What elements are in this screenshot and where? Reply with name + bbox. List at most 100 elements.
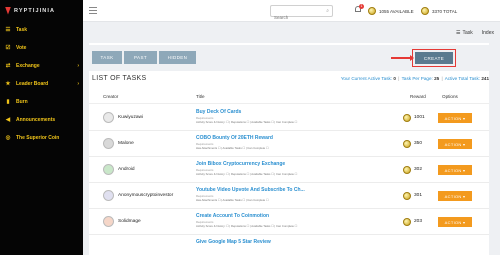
avatar[interactable] xyxy=(103,112,114,123)
task-title-link[interactable]: Youtube Video Upvote And Subscribe To Ch… xyxy=(196,187,305,193)
filter-bar: TASK PAST HIDDEN CREATE xyxy=(89,45,489,71)
action-dropdown-button[interactable]: ACTION ▾ xyxy=(438,139,472,149)
task-title-link[interactable]: Buy Deck Of Cards xyxy=(196,109,241,115)
avatar[interactable] xyxy=(103,164,114,175)
star-icon: ★ xyxy=(5,81,11,87)
coin-icon xyxy=(368,7,376,15)
top-bar: ⌕ 1 1055 AVAILABLE 3370 TOTAL xyxy=(83,0,500,23)
tab-hidden[interactable]: HIDDEN xyxy=(159,51,196,64)
column-reward: Reward xyxy=(410,94,426,99)
sidebar-item-burn[interactable]: ▮ Burn xyxy=(0,93,83,111)
task-requirements-detail: Activity Score & history: ☐ | Reputation… xyxy=(196,224,298,228)
coin-icon xyxy=(403,140,411,148)
index-link[interactable]: Index xyxy=(482,30,494,36)
sidebar-item-exchange[interactable]: ⇄ Exchange › xyxy=(0,57,83,75)
task-link[interactable]: ☰ Task xyxy=(456,30,473,36)
tab-past[interactable]: PAST xyxy=(124,51,157,64)
notification-badge: 1 xyxy=(359,4,364,9)
search-box[interactable]: ⌕ xyxy=(270,5,333,23)
bullhorn-icon: ◀ xyxy=(5,117,11,123)
creator-name[interactable]: Anonymouscryptoinvestor xyxy=(118,193,173,198)
create-highlight-box: CREATE xyxy=(412,49,456,67)
coin-icon xyxy=(403,166,411,174)
sidebar-item-label: Announcements xyxy=(16,117,56,123)
list-stats: Your Current Active Task: 0 | Task Per P… xyxy=(340,76,489,81)
task-requirements-detail: Activity Score & history: ☐ | Reputation… xyxy=(196,172,298,176)
creator-name[interactable]: Kuwiyuzawi xyxy=(118,115,143,120)
sidebar-item-label: Burn xyxy=(16,99,28,105)
task-title-link[interactable]: Join Bibox Cryptocurrency Exchange xyxy=(196,161,285,167)
list-header: LIST OF TASKS Your Current Active Task: … xyxy=(92,73,489,85)
action-dropdown-button[interactable]: ACTION ▾ xyxy=(438,113,472,123)
action-dropdown-button[interactable]: ACTION ▾ xyxy=(438,165,472,175)
logo-mark-icon xyxy=(5,6,11,15)
active-task-count: 0 xyxy=(393,76,396,81)
total-text: 3370 TOTAL xyxy=(432,8,458,14)
table-row: Kuwiyuzawi Buy Deck Of Cards Requirements A… xyxy=(89,105,489,131)
annotation-arrow xyxy=(391,55,414,60)
sidebar-item-label: The Superior Coin xyxy=(16,135,60,141)
task-requirements-detail: Activity Score & history: ☐ | Reputation… xyxy=(196,120,298,124)
table-row: Android Join Bibox Cryptocurrency Exchang… xyxy=(89,157,489,183)
table-row: Anonymouscryptoinvestor Youtube Video Upv… xyxy=(89,183,489,209)
chevron-right-icon: › xyxy=(77,63,79,69)
notification-bell-icon[interactable]: 1 xyxy=(355,4,364,14)
logo-text: RYPTIJINIA xyxy=(14,7,56,14)
column-options: Options xyxy=(442,94,458,99)
available-text: 1055 AVAILABLE xyxy=(379,8,414,14)
sidebar-item-task[interactable]: ☰ Task xyxy=(0,21,83,39)
total-balance: 3370 TOTAL xyxy=(421,7,457,15)
creator-name[interactable]: Android xyxy=(118,167,135,172)
table-row: Malone COBO Bounty Of 20ETH Reward Require… xyxy=(89,131,489,157)
fire-icon: ▮ xyxy=(6,99,10,105)
coin-icon xyxy=(421,7,429,15)
creator-name[interactable]: Solidmage xyxy=(118,219,141,224)
sidebar-item-label: Leader Board xyxy=(16,81,49,87)
menu-toggle-icon[interactable] xyxy=(89,7,97,14)
avatar[interactable] xyxy=(103,216,114,227)
reward-value: 302 xyxy=(414,167,423,172)
action-dropdown-button[interactable]: ACTION ▾ xyxy=(438,217,472,227)
table-row: Solidmage Create Account To Coinmotion Req… xyxy=(89,209,489,235)
reward-value: 203 xyxy=(414,219,423,224)
list-icon: ☰ xyxy=(456,30,461,36)
sidebar-item-announcements[interactable]: ◀ Announcements xyxy=(0,111,83,129)
sidebar-item-label: Exchange xyxy=(16,63,40,69)
reward-value: 301 xyxy=(414,193,423,198)
main-content: ☰ Task Index TASK PAST HIDDEN CREATE LIST… xyxy=(83,22,500,255)
list-icon: ☰ xyxy=(5,27,11,33)
total-task-count: 241 xyxy=(481,76,489,81)
coin-icon xyxy=(403,192,411,200)
avatar[interactable] xyxy=(103,138,114,149)
column-title: Title xyxy=(196,94,205,99)
sidebar-item-leader-board[interactable]: ★ Leader Board › xyxy=(0,75,83,93)
sidebar-item-label: Task xyxy=(16,27,28,33)
action-dropdown-button[interactable]: ACTION ▾ xyxy=(438,191,472,201)
list-title: LIST OF TASKS xyxy=(92,75,147,82)
task-requirements-detail: Has Attachments ☐ | Available Tasks ☐ | … xyxy=(196,146,269,150)
create-button[interactable]: CREATE xyxy=(415,52,453,64)
coin-icon: ◎ xyxy=(5,135,11,141)
available-balance: 1055 AVAILABLE xyxy=(368,7,414,15)
sidebar-item-vote[interactable]: ☑ Vote xyxy=(0,39,83,57)
search-icon[interactable]: ⌕ xyxy=(326,8,329,14)
per-page-count: 25 xyxy=(434,76,440,81)
task-title-link[interactable]: Create Account To Coinmotion xyxy=(196,213,269,219)
brand-logo[interactable]: RYPTIJINIA xyxy=(0,0,83,21)
breadcrumb: ☰ Task Index xyxy=(83,27,500,39)
tab-task[interactable]: TASK xyxy=(92,51,122,64)
task-list-card: TASK PAST HIDDEN CREATE LIST OF TASKS Yo… xyxy=(89,43,489,255)
check-square-icon: ☑ xyxy=(5,45,11,51)
coin-icon xyxy=(403,218,411,226)
table-row: Give Google Map 5 Star Review xyxy=(89,235,489,255)
task-title-link[interactable]: COBO Bounty Of 20ETH Reward xyxy=(196,135,273,141)
task-title-link[interactable]: Give Google Map 5 Star Review xyxy=(196,239,271,245)
exchange-icon: ⇄ xyxy=(5,63,11,69)
task-requirements-detail: Has Attachments ☐ | Available Tasks ☐ | … xyxy=(196,198,269,202)
column-creator: Creator xyxy=(103,94,119,99)
sidebar-item-the-superior-coin[interactable]: ◎ The Superior Coin xyxy=(0,129,83,147)
search-input[interactable] xyxy=(271,12,321,23)
creator-name[interactable]: Malone xyxy=(118,141,134,146)
reward-value: 350 xyxy=(414,141,423,146)
avatar[interactable] xyxy=(103,190,114,201)
